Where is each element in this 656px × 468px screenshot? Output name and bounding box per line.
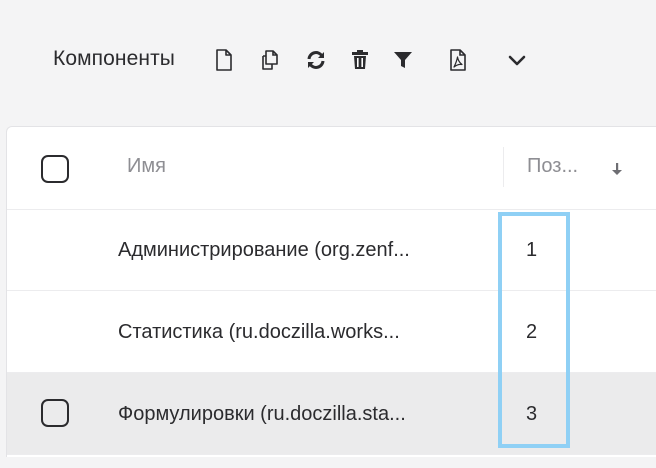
cell-position: 1 [526,239,538,261]
table-row[interactable]: Формулировки (ru.doczilla.sta... 3 [7,373,656,455]
cell-name: Администрирование (org.zenf... [118,239,410,261]
pdf-icon[interactable] [444,46,472,74]
grid-header: Имя Поз... [7,127,656,210]
row-checkbox[interactable] [41,399,69,427]
chevron-down-icon[interactable] [503,46,531,74]
column-header-name[interactable]: Имя [127,155,166,178]
copy-icon[interactable] [256,46,284,74]
cell-name: Статистика (ru.doczilla.works... [118,321,400,343]
cell-name: Формулировки (ru.doczilla.sta... [118,403,406,425]
filter-icon[interactable] [389,46,417,74]
toolbar-title: Компоненты [53,47,175,70]
table-row[interactable]: Администрирование (org.zenf... 1 [7,209,656,291]
cell-position: 2 [526,321,538,343]
refresh-icon[interactable] [302,46,330,74]
delete-icon[interactable] [346,46,374,74]
sort-descending-icon[interactable] [610,161,624,182]
table-row[interactable]: Статистика (ru.doczilla.works... 2 [7,291,656,373]
new-document-icon[interactable] [210,46,238,74]
column-header-position[interactable]: Поз... [527,155,578,178]
components-grid: Имя Поз... Администрирование (org.zenf..… [6,126,656,457]
toolbar: Компоненты [0,0,656,122]
column-divider[interactable] [503,147,504,187]
cell-position: 3 [526,403,538,425]
select-all-checkbox[interactable] [41,155,69,183]
